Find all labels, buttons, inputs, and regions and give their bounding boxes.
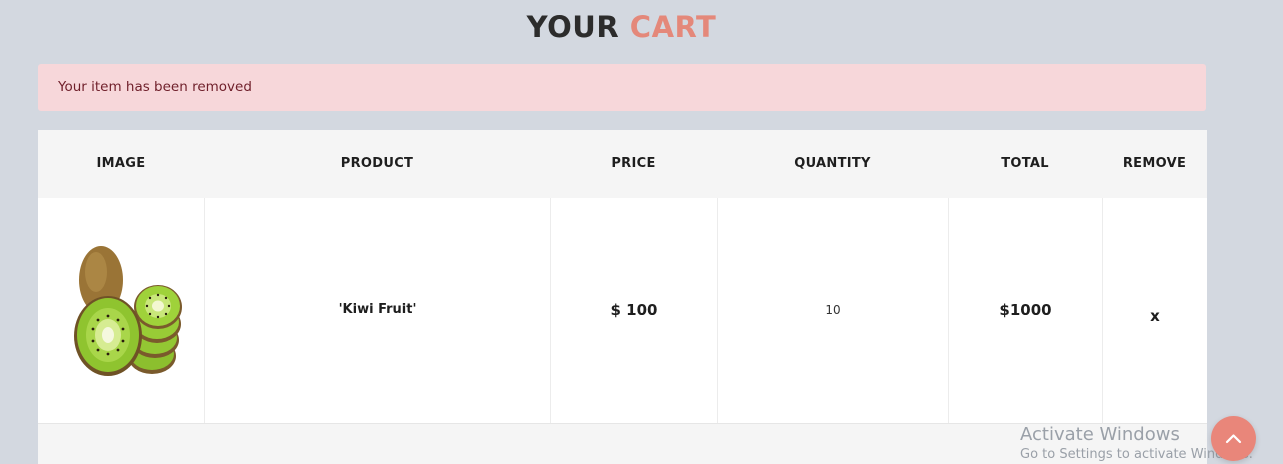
table-row: 'Kiwi Fruit' $ 100 10 $1000 x [38, 198, 1207, 423]
header-image: IMAGE [96, 156, 146, 171]
remove-cell: x [1103, 198, 1207, 423]
image-cell [38, 198, 205, 423]
header-total: TOTAL [1001, 156, 1049, 171]
kiwi-fruit-image [74, 246, 182, 376]
line-total: $1000 [999, 301, 1052, 319]
cart-table: IMAGE PRODUCT PRICE QUANTITY TOTAL REMOV… [38, 130, 1207, 464]
total-cell: $1000 [949, 198, 1103, 423]
price-cell: $ 100 [551, 198, 718, 423]
quantity-cell: 10 [718, 198, 949, 423]
product-name: 'Kiwi Fruit' [338, 302, 417, 317]
product-price: $ 100 [610, 301, 658, 319]
chevron-up-icon [1225, 434, 1242, 444]
removed-alert: Your item has been removed [38, 64, 1206, 111]
remove-item-button[interactable]: x [1103, 306, 1207, 326]
table-header: IMAGE PRODUCT PRICE QUANTITY TOTAL REMOV… [38, 130, 1207, 198]
page-title: YOUR CART [0, 9, 1243, 45]
header-remove: REMOVE [1122, 156, 1187, 171]
scroll-to-top-button[interactable] [1211, 416, 1256, 461]
product-cell: 'Kiwi Fruit' [205, 198, 551, 423]
header-quantity: QUANTITY [794, 156, 871, 171]
page-title-word-2: CART [629, 10, 717, 44]
page-title-word-1: YOUR [526, 10, 620, 44]
header-price: PRICE [611, 156, 656, 171]
quantity-value[interactable]: 10 [718, 300, 948, 320]
alert-message: Your item has been removed [58, 79, 252, 95]
header-product: PRODUCT [340, 156, 414, 171]
